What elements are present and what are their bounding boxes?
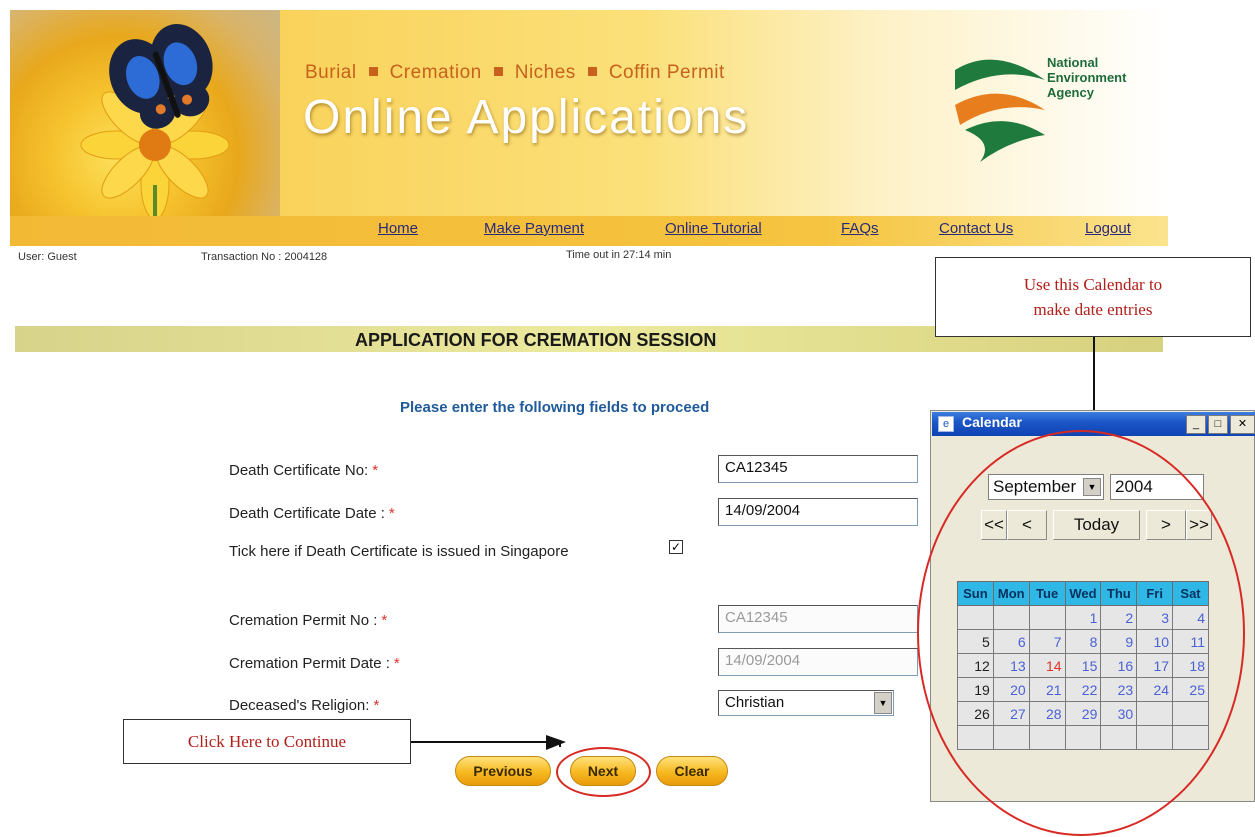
arrow-right-icon (546, 735, 566, 750)
nea-logo-icon (955, 59, 1045, 162)
minimize-button[interactable]: _ (1186, 415, 1206, 434)
singapore-checkbox-label: Tick here if Death Certificate is issued… (229, 543, 569, 560)
cremation-permit-no-label: Cremation Permit No : * (229, 612, 387, 629)
user-info: User: Guest (18, 251, 77, 263)
square-bullet-icon (587, 67, 597, 77)
religion-selected-value: Christian (725, 694, 785, 711)
nav-faqs-link[interactable]: FAQs (841, 220, 879, 237)
form-instruction: Please enter the following fields to pro… (400, 399, 710, 416)
cremation-permit-date-label: Cremation Permit Date : * (229, 655, 400, 672)
transaction-number: Transaction No : 2004128 (201, 251, 328, 263)
nav-online-tutorial-link[interactable]: Online Tutorial (665, 220, 762, 237)
cremation-permit-date-input[interactable]: 14/09/2004 (718, 648, 918, 676)
death-cert-no-label: Death Certificate No: * (229, 462, 378, 479)
death-cert-date-input[interactable]: 14/09/2004 (718, 498, 918, 526)
org-line-1: National (1047, 55, 1099, 70)
required-marker: * (381, 612, 388, 629)
callout-arrow-line (411, 741, 552, 743)
calendar-callout-line-1: Use this Calendar to (1023, 275, 1163, 294)
death-cert-no-input[interactable]: CA12345 (718, 455, 918, 483)
banner-title: Online Applications (303, 91, 750, 144)
required-marker: * (393, 655, 400, 672)
calendar-callout: Use this Calendar to make date entries (935, 257, 1251, 337)
nav-contact-us-link[interactable]: Contact Us (939, 220, 1013, 237)
nav-logout-link[interactable]: Logout (1085, 220, 1131, 237)
org-line-2: Environment (1047, 70, 1127, 85)
organization-name: National Environment Agency (1047, 55, 1126, 100)
chevron-down-icon[interactable]: ▼ (874, 692, 892, 714)
previous-button[interactable]: Previous (455, 756, 551, 786)
calendar-highlight-circle (917, 430, 1245, 836)
required-marker: * (373, 697, 380, 714)
subtitle-burial: Burial (305, 62, 357, 83)
death-cert-date-label-text: Death Certificate Date : (229, 505, 385, 522)
session-timeout: Time out in 27:14 min (566, 249, 672, 261)
continue-callout: Click Here to Continue (123, 719, 411, 764)
subtitle-coffin-permit: Coffin Permit (608, 62, 725, 83)
square-bullet-icon (493, 67, 503, 77)
religion-label: Deceased's Religion: * (229, 697, 379, 714)
subtitle-niches: Niches (514, 62, 576, 83)
death-cert-no-label-text: Death Certificate No: (229, 462, 369, 479)
maximize-button[interactable]: □ (1208, 415, 1228, 434)
calendar-window-icon: e (938, 416, 954, 432)
cremation-permit-no-label-text: Cremation Permit No : (229, 612, 378, 629)
cremation-permit-date-label-text: Cremation Permit Date : (229, 655, 390, 672)
calendar-callout-line-2: make date entries (1033, 300, 1153, 319)
death-cert-date-label: Death Certificate Date : * (229, 505, 395, 522)
singapore-checkbox[interactable]: ✓ (669, 540, 683, 554)
subtitle-cremation: Cremation (389, 62, 482, 83)
required-marker: * (388, 505, 395, 522)
clear-button[interactable]: Clear (656, 756, 728, 786)
banner-subtitle: Burial Cremation Niches Coffin Permit (305, 62, 725, 84)
religion-select[interactable]: Christian ▼ (718, 690, 894, 716)
org-line-3: Agency (1047, 85, 1094, 100)
close-button[interactable]: ✕ (1230, 415, 1255, 434)
nav-make-payment-link[interactable]: Make Payment (484, 220, 584, 237)
callout-arrow-stub (559, 741, 561, 747)
cremation-permit-no-input[interactable]: CA12345 (718, 605, 918, 633)
calendar-window-title: Calendar (962, 414, 1022, 430)
page-title: APPLICATION FOR CREMATION SESSION (355, 330, 717, 350)
next-highlight-circle (556, 747, 651, 797)
nav-home-link[interactable]: Home (378, 220, 418, 237)
religion-label-text: Deceased's Religion: (229, 697, 370, 714)
required-marker: * (372, 462, 379, 479)
butterfly-flower-image (10, 10, 280, 220)
square-bullet-icon (368, 67, 378, 77)
